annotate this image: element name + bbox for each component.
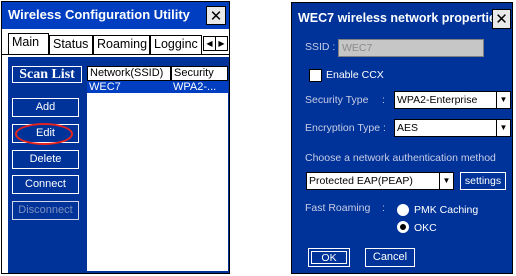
close-button[interactable]: ✕ bbox=[492, 9, 511, 29]
encryption-type-label: Encryption Type : bbox=[305, 122, 386, 134]
okc-radio[interactable] bbox=[397, 221, 409, 233]
tab-strip: Main Status Roaming Logginc ◀ ▶ bbox=[2, 33, 229, 55]
disconnect-button: Disconnect bbox=[12, 201, 79, 220]
auth-method-select[interactable]: Protected EAP(PEAP) ▼ bbox=[306, 172, 454, 190]
network-security-cell: WPA2-... bbox=[173, 81, 217, 93]
okc-label: OKC bbox=[414, 222, 437, 234]
close-button[interactable]: ✕ bbox=[206, 6, 226, 25]
edit-highlight-ring bbox=[15, 123, 73, 145]
pmk-caching-radio[interactable] bbox=[397, 204, 409, 216]
enable-ccx-checkbox[interactable] bbox=[309, 69, 322, 82]
window-title: Wireless Configuration Utility bbox=[8, 7, 190, 22]
settings-button[interactable]: settings bbox=[460, 172, 506, 190]
column-header-ssid[interactable]: Network(SSID) bbox=[87, 66, 171, 81]
tab-main[interactable]: Main bbox=[8, 33, 49, 55]
network-list[interactable]: Network(SSID) Security WEC7 WPA2-... bbox=[87, 66, 228, 271]
tab-scroll-right-button[interactable]: ▶ bbox=[215, 36, 228, 51]
ok-button[interactable]: OK bbox=[308, 248, 350, 267]
ok-button-label: OK bbox=[311, 251, 347, 264]
security-type-value: WPA2-Enterprise bbox=[397, 94, 478, 106]
chevron-down-icon: ▼ bbox=[496, 92, 510, 108]
close-icon: ✕ bbox=[495, 10, 508, 28]
ssid-label: SSID : bbox=[305, 41, 336, 53]
add-button[interactable]: Add bbox=[12, 98, 79, 117]
network-row[interactable]: WEC7 WPA2-... bbox=[87, 81, 228, 93]
scan-list-button[interactable]: Scan List bbox=[12, 66, 82, 83]
delete-button[interactable]: Delete bbox=[12, 150, 79, 169]
network-ssid-cell: WEC7 bbox=[89, 81, 121, 93]
connect-button[interactable]: Connect bbox=[12, 175, 79, 194]
tab-status[interactable]: Status bbox=[49, 35, 93, 54]
encryption-type-select[interactable]: AES ▼ bbox=[394, 119, 511, 137]
encryption-type-value: AES bbox=[397, 122, 419, 134]
tab-roaming[interactable]: Roaming bbox=[93, 35, 150, 54]
enable-ccx-label: Enable CCX bbox=[326, 69, 384, 81]
chevron-down-icon: ▼ bbox=[496, 120, 510, 136]
auth-method-prompt: Choose a network authentication method bbox=[305, 152, 496, 164]
column-header-security[interactable]: Security bbox=[171, 66, 228, 81]
close-icon: ✕ bbox=[209, 6, 223, 25]
radio-selected-dot bbox=[400, 224, 406, 230]
title-bar: Wireless Configuration Utility ✕ bbox=[2, 2, 229, 29]
auth-method-value: Protected EAP(PEAP) bbox=[309, 175, 413, 187]
pmk-caching-label: PMK Caching bbox=[414, 204, 479, 216]
fast-roaming-separator: : bbox=[382, 202, 385, 214]
fast-roaming-label: Fast Roaming bbox=[305, 202, 371, 214]
security-type-label: Security Type bbox=[305, 94, 369, 106]
tab-logging[interactable]: Logginc bbox=[150, 35, 202, 54]
cancel-button[interactable]: Cancel bbox=[365, 248, 415, 267]
ssid-field: WEC7 bbox=[338, 39, 484, 57]
chevron-down-icon: ▼ bbox=[439, 173, 453, 189]
tab-divider bbox=[2, 54, 229, 55]
arrow-left-icon: ◀ bbox=[206, 39, 213, 48]
arrow-right-icon: ▶ bbox=[218, 39, 225, 48]
window-title: WEC7 wireless network properties bbox=[298, 11, 503, 25]
security-type-select[interactable]: WPA2-Enterprise ▼ bbox=[394, 91, 511, 109]
security-type-separator: : bbox=[382, 94, 385, 106]
